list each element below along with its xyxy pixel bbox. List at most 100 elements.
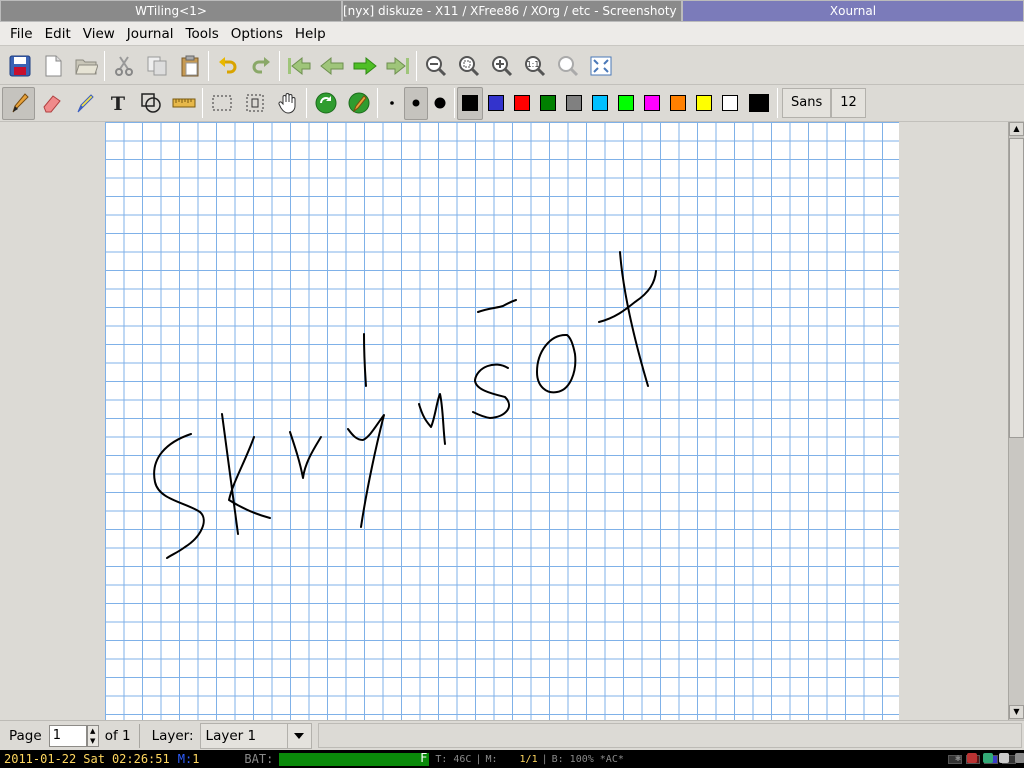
toolbar-separator bbox=[208, 50, 209, 81]
undo-button[interactable] bbox=[211, 49, 244, 82]
save-button[interactable] bbox=[3, 49, 36, 82]
battery-gauge: F bbox=[279, 751, 430, 766]
zoom-set-button[interactable] bbox=[551, 49, 584, 82]
zoom-in-icon bbox=[491, 55, 512, 76]
journal-page[interactable] bbox=[105, 122, 899, 720]
page-label: Page bbox=[9, 727, 42, 744]
thin-dot-icon bbox=[390, 101, 394, 105]
page-count-label: of 1 bbox=[104, 727, 131, 744]
spin-down-icon[interactable]: ▼ bbox=[90, 737, 95, 745]
color-magenta-button[interactable] bbox=[639, 87, 665, 120]
scroll-up-arrow-icon[interactable]: ▲ bbox=[1009, 122, 1024, 136]
handwritten-ink bbox=[153, 251, 657, 559]
pen-tool-button[interactable] bbox=[2, 86, 35, 120]
ink-stroke bbox=[221, 413, 239, 535]
menu-file[interactable]: File bbox=[4, 23, 39, 45]
brightness-text: B: 100% *AC* bbox=[551, 753, 624, 765]
wm-tab-browser[interactable]: [nyx] diskuze - X11 / XFree86 / XOrg / e… bbox=[342, 0, 682, 22]
scrollbar-thumb[interactable] bbox=[1009, 138, 1024, 438]
memory-label: M: bbox=[485, 753, 498, 765]
toolbar-separator bbox=[454, 88, 455, 118]
pen-icon bbox=[12, 93, 29, 113]
toolbar-separator bbox=[306, 88, 307, 118]
fullscreen-button[interactable] bbox=[584, 49, 617, 82]
hand-icon bbox=[277, 93, 295, 114]
zoom-out-button[interactable] bbox=[419, 49, 452, 82]
time-text: 02:26:51 bbox=[111, 752, 170, 766]
color-orange-button[interactable] bbox=[665, 87, 691, 120]
tray-icons: ✱ bbox=[955, 753, 1024, 764]
next-page-button[interactable] bbox=[348, 49, 381, 82]
color-yellow-button[interactable] bbox=[691, 87, 717, 120]
tray-app-icon[interactable] bbox=[983, 753, 994, 763]
menu-tools[interactable]: Tools bbox=[180, 23, 225, 45]
color-custom-button[interactable] bbox=[743, 87, 775, 120]
page-layer-bar: Page ▲▼ of 1 Layer: Layer 1 bbox=[0, 720, 1024, 750]
previous-page-button[interactable] bbox=[315, 49, 348, 82]
menu-options[interactable]: Options bbox=[225, 23, 289, 45]
thickness-thick-button[interactable] bbox=[428, 87, 452, 120]
color-white-button[interactable] bbox=[717, 87, 743, 120]
page-spinner[interactable]: ▲ ▼ bbox=[86, 724, 99, 747]
ruler-button[interactable] bbox=[167, 87, 200, 120]
last-page-button[interactable] bbox=[381, 49, 414, 82]
vertical-scrollbar[interactable]: ▲ ▼ bbox=[1008, 122, 1024, 720]
wm-tab-wtiling[interactable]: WTiling<1> bbox=[0, 0, 342, 22]
menu-edit[interactable]: Edit bbox=[39, 23, 77, 45]
default-pen-button[interactable] bbox=[342, 87, 375, 120]
temperature-text: T: 46C bbox=[435, 753, 472, 765]
hand-tool-button[interactable] bbox=[271, 87, 304, 120]
menu-view[interactable]: View bbox=[77, 23, 121, 45]
thickness-medium-button[interactable] bbox=[404, 86, 428, 120]
color-green-button[interactable] bbox=[535, 87, 561, 120]
thickness-thin-button[interactable] bbox=[380, 87, 404, 120]
color-swatch bbox=[592, 95, 608, 111]
color-lightblue-button[interactable] bbox=[587, 87, 613, 120]
wm-tab-xournal[interactable]: Xournal bbox=[682, 0, 1024, 22]
menu-help[interactable]: Help bbox=[289, 23, 332, 45]
tray-app-icon[interactable] bbox=[1015, 753, 1024, 763]
color-red-button[interactable] bbox=[509, 87, 535, 120]
zoom-fit-button[interactable] bbox=[452, 49, 485, 82]
select-rectangle-button[interactable] bbox=[205, 87, 238, 120]
color-black-button[interactable] bbox=[457, 86, 483, 120]
canvas-area[interactable] bbox=[0, 122, 1008, 720]
text-tool-button[interactable]: T bbox=[101, 87, 134, 120]
menu-journal[interactable]: Journal bbox=[121, 23, 180, 45]
color-lightgreen-button[interactable] bbox=[613, 87, 639, 120]
chevron-down-icon[interactable] bbox=[286, 723, 311, 748]
ink-stroke bbox=[477, 299, 517, 313]
color-swatch bbox=[618, 95, 634, 111]
first-page-icon bbox=[287, 56, 310, 75]
next-page-icon bbox=[353, 56, 377, 75]
spin-up-icon[interactable]: ▲ bbox=[90, 727, 95, 735]
scroll-down-arrow-icon[interactable]: ▼ bbox=[1009, 705, 1024, 719]
zoom-100-button[interactable]: 1:1 bbox=[518, 49, 551, 82]
ink-stroke bbox=[472, 363, 510, 419]
select-region-button[interactable] bbox=[238, 87, 271, 120]
paste-button[interactable] bbox=[173, 49, 206, 82]
bluetooth-icon[interactable]: ✱ bbox=[955, 753, 961, 764]
shape-recognizer-button[interactable] bbox=[134, 87, 167, 120]
copy-button[interactable] bbox=[140, 49, 173, 82]
eraser-tool-button[interactable] bbox=[35, 87, 68, 120]
zoom-in-button[interactable] bbox=[485, 49, 518, 82]
highlighter-tool-button[interactable] bbox=[68, 87, 101, 120]
default-tool-button[interactable] bbox=[309, 87, 342, 120]
ink-stroke bbox=[363, 333, 367, 387]
tray-app-icon[interactable] bbox=[999, 753, 1010, 763]
color-gray-button[interactable] bbox=[561, 87, 587, 120]
new-button[interactable] bbox=[36, 49, 69, 82]
first-page-button[interactable] bbox=[282, 49, 315, 82]
tray-app-icon[interactable] bbox=[967, 753, 978, 763]
toolbar-separator bbox=[777, 88, 778, 118]
open-button[interactable] bbox=[69, 49, 102, 82]
font-size-button[interactable]: 12 bbox=[831, 88, 866, 118]
ink-stroke bbox=[153, 433, 205, 559]
layer-select[interactable]: Layer 1 bbox=[199, 722, 312, 749]
color-blue-button[interactable] bbox=[483, 87, 509, 120]
redo-button[interactable] bbox=[244, 49, 277, 82]
cut-button[interactable] bbox=[107, 49, 140, 82]
page-number-input[interactable] bbox=[48, 724, 87, 747]
font-name-button[interactable]: Sans bbox=[782, 88, 832, 118]
